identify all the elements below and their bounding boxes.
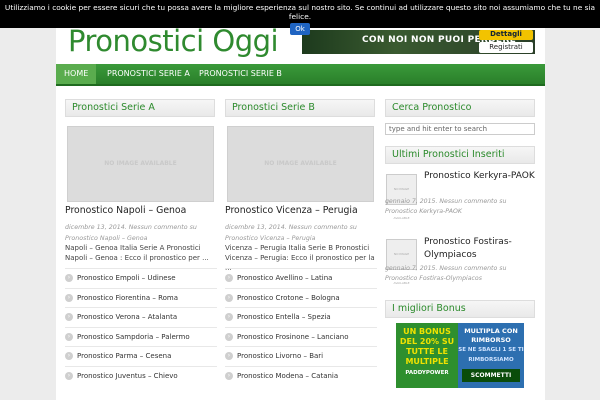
cookie-banner: Utilizziamo i cookie per essere sicuri c… (0, 0, 600, 35)
bonus-cta-button[interactable]: SCOMMETTI (462, 369, 520, 382)
list-item-label: Pronostico Entella – Spezia (237, 313, 331, 321)
nav-item-serie-a[interactable]: PRONOSTICI SERIE A (99, 64, 198, 84)
list-item[interactable]: › Pronostico Avellino – Latina (225, 268, 377, 288)
serie-a-link-list: › Pronostico Empoli – Udinese › Pronostico… (65, 268, 217, 385)
latest-post-title[interactable]: Pronostico Kerkyra-PAOK (424, 170, 539, 183)
bonus-ad-rimborso[interactable]: MULTIPLA CON RIMBORSO SE NE SBAGLI 1 SE … (458, 323, 524, 388)
cookie-ok-button[interactable]: Ok (290, 23, 310, 35)
bonus-heading: I migliori Bonus (385, 300, 535, 318)
list-item-label: Pronostico Frosinone – Lanciano (237, 332, 349, 341)
arrow-right-icon: › (65, 332, 73, 341)
arrow-right-icon: › (225, 293, 233, 302)
arrow-right-icon: › (65, 274, 73, 282)
main-nav: HOME PRONOSTICI SERIE A PRONOSTICI SERIE… (56, 64, 545, 86)
list-item[interactable]: › Pronostico Fiorentina – Roma (65, 287, 217, 308)
nav-item-serie-b[interactable]: PRONOSTICI SERIE B (191, 64, 290, 84)
list-item[interactable]: › Pronostico Sampdoria – Palermo (65, 326, 217, 347)
bonus-ad-text: UN BONUS DEL 20% SU TUTTE LE MULTIPLE (399, 327, 455, 366)
serie-b-heading: Pronostici Serie B (225, 99, 375, 117)
bonus-ad-paddypower[interactable]: UN BONUS DEL 20% SU TUTTE LE MULTIPLE PA… (396, 323, 458, 388)
banner-register-button[interactable]: Registrati (479, 42, 533, 53)
serie-b-thumbnail[interactable]: NO IMAGE AVAILABLE (227, 126, 374, 202)
latest-post-meta: gennaio 7, 2015. Nessun commento su Pron… (385, 198, 507, 215)
arrow-right-icon: › (65, 371, 73, 380)
list-item-label: Pronostico Fiorentina – Roma (77, 293, 179, 302)
list-item-label: Pronostico Juventus – Chievo (77, 371, 178, 380)
list-item-label: Pronostico Empoli – Udinese (77, 274, 176, 282)
list-item-label: Pronostico Parma – Cesena (77, 352, 172, 360)
serie-b-link-list: › Pronostico Avellino – Latina › Pronostic… (225, 268, 377, 385)
arrow-right-icon: › (65, 293, 73, 302)
serie-b-post-meta: dicembre 13, 2014. Nessun commento su Pr… (225, 224, 357, 242)
list-item[interactable]: › Pronostico Crotone – Bologna (225, 287, 377, 308)
list-item-label: Pronostico Modena – Catania (237, 371, 339, 380)
list-item-label: Pronostico Crotone – Bologna (237, 293, 340, 302)
list-item[interactable]: › Pronostico Parma – Cesena (65, 346, 217, 366)
serie-a-post-title[interactable]: Pronostico Napoli – Genoa (65, 205, 186, 216)
bonus-ad-text: MULTIPLA CON RIMBORSO (464, 327, 518, 344)
arrow-right-icon: › (65, 352, 73, 360)
latest-heading: Ultimi Pronostici Inseriti (385, 146, 535, 164)
nav-item-home[interactable]: HOME (56, 64, 96, 84)
arrow-right-icon: › (225, 371, 233, 380)
list-item[interactable]: › Pronostico Entella – Spezia (225, 307, 377, 327)
arrow-right-icon: › (225, 313, 233, 321)
list-item-label: Pronostico Avellino – Latina (237, 274, 333, 282)
latest-post-meta: gennaio 7, 2015. Nessun commento su Pron… (385, 265, 507, 282)
arrow-right-icon: › (225, 332, 233, 341)
arrow-right-icon: › (225, 352, 233, 360)
list-item[interactable]: › Pronostico Verona – Atalanta (65, 307, 217, 327)
latest-post-title[interactable]: Pronostico Fostiras-Olympiacos (424, 236, 539, 262)
search-input[interactable]: type and hit enter to search (385, 123, 535, 135)
list-item-label: Pronostico Verona – Atalanta (77, 313, 178, 321)
bonus-ad-brand: PADDYPOWER (405, 370, 449, 376)
list-item[interactable]: › Pronostico Empoli – Udinese (65, 268, 217, 288)
list-item[interactable]: › Pronostico Livorno – Bari (225, 346, 377, 366)
list-item[interactable]: › Pronostico Juventus – Chievo (65, 365, 217, 386)
list-item[interactable]: › Pronostico Modena – Catania (225, 365, 377, 386)
arrow-right-icon: › (65, 313, 73, 321)
bonus-ad-subtext: SE NE SBAGLI 1 SE TI RIMBORSIAMO (458, 347, 524, 363)
serie-a-thumbnail[interactable]: NO IMAGE AVAILABLE (67, 126, 214, 202)
list-item-label: Pronostico Livorno – Bari (237, 352, 324, 360)
list-item[interactable]: › Pronostico Frosinone – Lanciano (225, 326, 377, 347)
serie-b-post-title[interactable]: Pronostico Vicenza – Perugia (225, 205, 358, 216)
serie-a-heading: Pronostici Serie A (65, 99, 215, 117)
cookie-text: Utilizziamo i cookie per essere sicuri c… (4, 3, 596, 21)
list-item-label: Pronostico Sampdoria – Palermo (77, 332, 190, 341)
serie-a-post-excerpt: Napoli – Genoa Italia Serie A Pronostici… (65, 244, 209, 262)
search-heading: Cerca Pronostico (385, 99, 535, 117)
serie-a-post-meta: dicembre 13, 2014. Nessun commento su Pr… (65, 224, 197, 242)
arrow-right-icon: › (225, 274, 233, 282)
